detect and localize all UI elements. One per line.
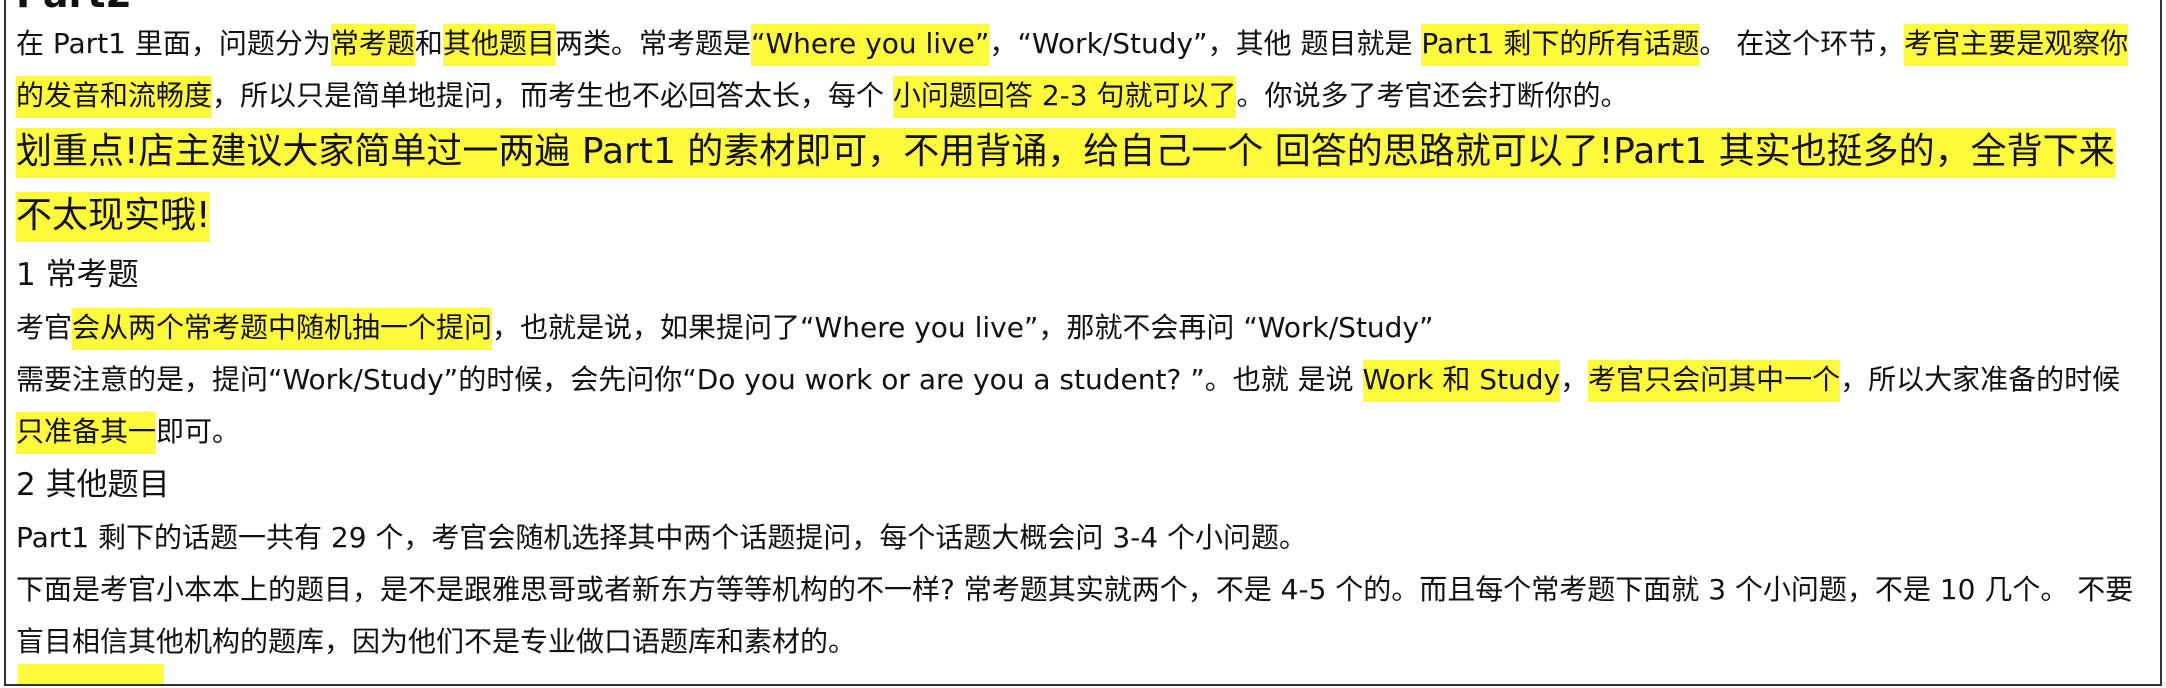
section-title-common: 1 常考题 (16, 257, 139, 293)
cut-off-highlight (18, 664, 164, 684)
text-segment: 和 (414, 27, 443, 60)
text-segment: 在 Part1 里面，问题分为 (16, 27, 331, 60)
highlighted-text: Part1 剩下的所有话题 (1421, 24, 1700, 66)
highlighted-text: “Where you live” (750, 24, 990, 66)
intro-paragraph: 在 Part1 里面，问题分为常考题和其他题目两类。常考题是“Where you… (16, 18, 2146, 122)
common-questions-paragraph-1: 考官会从两个常考题中随机抽一个提问，也就是说，如果提问了“Where you l… (16, 302, 2146, 354)
highlighted-text: 只准备其一 (16, 412, 157, 454)
common-questions-paragraph-2: 需要注意的是，提问“Work/Study”的时候，会先问你“Do you wor… (16, 354, 2146, 458)
text-segment: ， (1560, 363, 1589, 396)
section-title-other: 2 其他题目 (16, 467, 170, 503)
highlighted-text: 常考题 (330, 24, 415, 66)
highlighted-text: 会从两个常考题中随机抽一个提问 (72, 308, 493, 350)
text-segment: ，所以大家准备的时候 (1840, 363, 2121, 396)
text-segment: ，“Work/Study”，其他 题目就是 (989, 27, 1422, 60)
highlighted-text: 小问题回答 2-3 句就可以了 (892, 76, 1237, 118)
other-topics-paragraph-2: 下面是考官小本本上的题目，是不是跟雅思哥或者新东方等等机构的不一样? 常考题其实… (16, 573, 2134, 658)
highlighted-text: Work 和 Study (1362, 360, 1561, 402)
other-topics-paragraph-1: Part1 剩下的话题一共有 29 个，考官会随机选择其中两个话题提问，每个话题… (16, 521, 1307, 554)
document-body: 在 Part1 里面，问题分为常考题和其他题目两类。常考题是“Where you… (16, 18, 2146, 668)
key-point-text: 划重点!店主建议大家简单过一两遍 Part1 的素材即可，不用背诵，给自己一个 … (16, 128, 2115, 242)
text-segment: 即可。 (156, 415, 241, 448)
text-segment: 考官 (16, 311, 73, 344)
highlighted-text: 考官只会问其中一个 (1588, 360, 1841, 402)
highlighted-text: 其他题目 (442, 24, 555, 66)
text-segment: 两类。常考题是 (554, 27, 751, 60)
key-point-paragraph: 划重点!店主建议大家简单过一两遍 Part1 的素材即可，不用背诵，给自己一个 … (16, 120, 2146, 248)
text-segment: ，也就是说，如果提问了“Where you live”，那就不会再问 “Work… (492, 311, 1434, 344)
cut-off-heading: Part2 (16, 0, 132, 14)
text-segment: ，所以只是简单地提问，而考生也不必回答太长，每个 (212, 79, 893, 112)
document-frame: Part2 在 Part1 里面，问题分为常考题和其他题目两类。常考题是“Whe… (4, 0, 2162, 686)
text-segment: 需要注意的是，提问“Work/Study”的时候，会先问你“Do you wor… (16, 363, 1363, 396)
text-segment: 。 在这个环节， (1699, 27, 1905, 60)
text-segment: 。你说多了考官还会打断你的。 (1236, 79, 1629, 112)
